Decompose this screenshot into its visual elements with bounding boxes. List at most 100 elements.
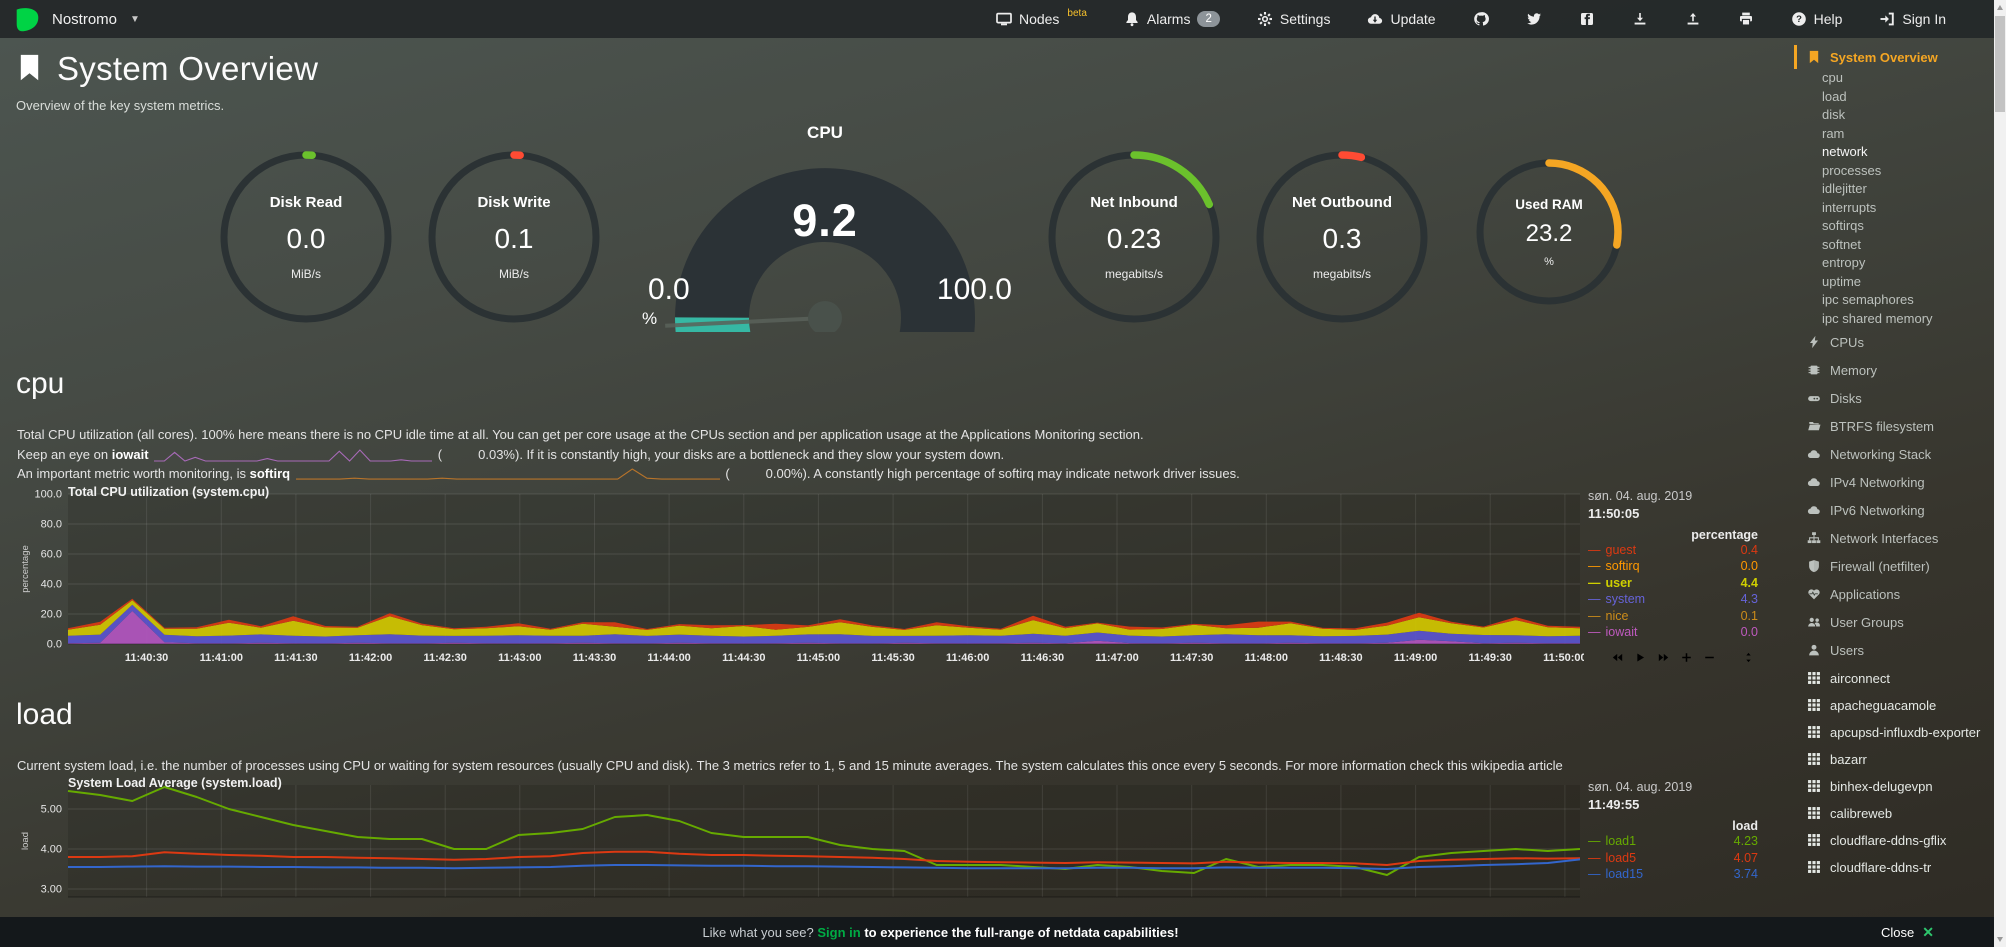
svg-text:11:48:30: 11:48:30 <box>1319 652 1362 664</box>
svg-text:20.0: 20.0 <box>41 608 62 620</box>
sidebar-item-disk[interactable]: disk <box>1794 106 1994 125</box>
legend-row-softirq[interactable]: —softirq 0.0 <box>1588 558 1758 575</box>
gauge-max: 100.0 <box>937 273 1012 307</box>
gauge-net-outbound[interactable]: Net Outbound 0.3 megabits/s <box>1254 149 1430 325</box>
sidebar-item-load[interactable]: load <box>1794 88 1994 107</box>
sidebar-item-cloudflare-ddns-tr[interactable]: cloudflare-ddns-tr <box>1794 853 1994 880</box>
chart-plot-svg[interactable]: 3.004.005.00load <box>18 779 1584 901</box>
sidebar-item-disks[interactable]: Disks <box>1794 384 1994 412</box>
chart-toolbox <box>1588 652 1758 668</box>
chart-rewind-button[interactable] <box>1612 652 1623 663</box>
scrollbar-thumb[interactable] <box>1995 16 2005 112</box>
close-label: Close <box>1881 925 1914 940</box>
sidebar-item-cpus[interactable]: CPUs <box>1794 328 1994 356</box>
sidebar-item-memory[interactable]: Memory <box>1794 356 1994 384</box>
sidebar-item-networking-stack[interactable]: Networking Stack <box>1794 440 1994 468</box>
nav-item-print[interactable] <box>1738 11 1754 27</box>
svg-text:load: load <box>20 832 31 850</box>
nav-item-nodes[interactable]: Nodesbeta <box>996 11 1087 27</box>
sidebar-item-system-overview[interactable]: System Overview <box>1794 45 1994 69</box>
sidebar-item-entropy[interactable]: entropy <box>1794 254 1994 273</box>
sidebar-item-idlejitter[interactable]: idlejitter <box>1794 180 1994 199</box>
forward-icon <box>1658 652 1669 663</box>
sidebar-item-user-groups[interactable]: User Groups <box>1794 608 1994 636</box>
chart-zoom-in-button[interactable] <box>1681 652 1692 663</box>
sidebar-item-label: User Groups <box>1830 615 1904 630</box>
sidebar-item-users[interactable]: Users <box>1794 636 1994 664</box>
cpu-chart[interactable]: Total CPU utilization (system.cpu)0.020.… <box>18 488 1792 668</box>
sidebar-item-softirqs[interactable]: softirqs <box>1794 217 1994 236</box>
sidebar-item-applications[interactable]: Applications <box>1794 580 1994 608</box>
gauge-used-ram[interactable]: Used RAM 23.2 % <box>1474 157 1624 307</box>
netdata-host-menu[interactable]: Nostromo ▼ <box>14 6 140 33</box>
sidebar-item-uptime[interactable]: uptime <box>1794 273 1994 292</box>
svg-text:11:46:30: 11:46:30 <box>1021 652 1064 664</box>
load-chart[interactable]: System Load Average (system.load)3.004.0… <box>18 779 1792 901</box>
sidebar-item-label: processes <box>1822 163 1881 178</box>
sidebar-item-ipv4-networking[interactable]: IPv4 Networking <box>1794 468 1994 496</box>
gauge-net-inbound[interactable]: Net Inbound 0.23 megabits/s <box>1046 149 1222 325</box>
sidebar-item-ipc-shared-memory[interactable]: ipc shared memory <box>1794 310 1994 329</box>
sidebar-item-apacheguacamole[interactable]: apacheguacamole <box>1794 691 1994 718</box>
gauge-title: Net Outbound <box>1292 194 1392 211</box>
gauge-disk-read[interactable]: Disk Read 0.0 MiB/s <box>218 149 394 325</box>
twitter-icon <box>1526 11 1542 27</box>
sidebar-item-apcupsd-influxdb-exporter[interactable]: apcupsd-influxdb-exporter <box>1794 718 1994 745</box>
gauge-disk-write[interactable]: Disk Write 0.1 MiB/s <box>426 149 602 325</box>
sidebar-item-label: Networking Stack <box>1830 447 1931 462</box>
legend-row-load15[interactable]: —load15 3.74 <box>1588 866 1758 883</box>
legend-row-nice[interactable]: —nice 0.1 <box>1588 608 1758 625</box>
bolt-icon <box>1807 335 1821 349</box>
sidebar-item-softnet[interactable]: softnet <box>1794 236 1994 255</box>
sidebar-item-label: disk <box>1822 107 1845 122</box>
gauge-cpu[interactable]: CPU 9.2 0.0 % 100.0 <box>660 123 990 337</box>
nav-item-signin[interactable]: Sign In <box>1879 11 1946 27</box>
nav-item-update[interactable]: Update <box>1367 11 1435 27</box>
chart-forward-button[interactable] <box>1658 652 1669 663</box>
nav-item-import[interactable] <box>1632 11 1648 27</box>
chart-zoom-out-button[interactable] <box>1704 652 1715 663</box>
scrollbar-down-arrow[interactable] <box>1997 937 2003 942</box>
sidebar-item-calibreweb[interactable]: calibreweb <box>1794 799 1994 826</box>
sidebar-item-interrupts[interactable]: interrupts <box>1794 199 1994 218</box>
sidebar-item-airconnect[interactable]: airconnect <box>1794 664 1994 691</box>
gauge-units: MiB/s <box>499 267 529 281</box>
sidebar-item-label: CPUs <box>1830 335 1864 350</box>
sidebar-item-cpu[interactable]: cpu <box>1794 69 1994 88</box>
sidebar-item-btrfs-filesystem[interactable]: BTRFS filesystem <box>1794 412 1994 440</box>
sidebar-item-ipv6-networking[interactable]: IPv6 Networking <box>1794 496 1994 524</box>
chart-plot-svg[interactable]: 0.020.040.060.080.0100.011:40:3011:41:00… <box>18 488 1584 668</box>
hdd-icon <box>1807 391 1821 405</box>
navbar-items: Nodesbeta Alarms2 Settings Update ?Help Sign … <box>996 11 1946 27</box>
sidebar-item-ram[interactable]: ram <box>1794 125 1994 144</box>
legend-row-user[interactable]: —user 4.4 <box>1588 575 1758 592</box>
sidebar-item-ipc-semaphores[interactable]: ipc semaphores <box>1794 291 1994 310</box>
legend-row-load1[interactable]: —load1 4.23 <box>1588 833 1758 850</box>
cpu-desc-line2: Keep an eye on iowait (0.03%). If it is … <box>17 445 1794 465</box>
sidebar-item-network-interfaces[interactable]: Network Interfaces <box>1794 524 1994 552</box>
sidebar-item-label: network <box>1822 144 1868 159</box>
legend-row-system[interactable]: —system 4.3 <box>1588 591 1758 608</box>
sidebar-item-firewall-netfilter[interactable]: Firewall (netfilter) <box>1794 552 1994 580</box>
close-banner-button[interactable]: Close ✕ <box>1881 924 1934 941</box>
sidebar-item-processes[interactable]: processes <box>1794 162 1994 181</box>
nav-item-facebook[interactable] <box>1579 11 1595 27</box>
page-scrollbar[interactable] <box>1994 0 2006 947</box>
nav-item-help[interactable]: ?Help <box>1791 11 1843 27</box>
nav-item-github[interactable] <box>1473 11 1489 27</box>
sidebar-item-cloudflare-ddns-gflix[interactable]: cloudflare-ddns-gflix <box>1794 826 1994 853</box>
sidebar-item-bazarr[interactable]: bazarr <box>1794 745 1994 772</box>
signin-link[interactable]: Sign in <box>817 925 860 940</box>
chart-resize-handle[interactable] <box>1743 652 1754 663</box>
legend-row-load5[interactable]: —load5 4.07 <box>1588 850 1758 867</box>
nav-item-export[interactable] <box>1685 11 1701 27</box>
nav-item-alarms[interactable]: Alarms2 <box>1124 11 1220 27</box>
nav-item-settings[interactable]: Settings <box>1257 11 1331 27</box>
scrollbar-up-arrow[interactable] <box>1997 5 2003 10</box>
chart-play-button[interactable] <box>1635 652 1646 663</box>
legend-row-iowait[interactable]: —iowait 0.0 <box>1588 624 1758 641</box>
sidebar-item-network[interactable]: network <box>1794 143 1994 162</box>
sidebar-item-binhex-delugevpn[interactable]: binhex-delugevpn <box>1794 772 1994 799</box>
legend-row-guest[interactable]: —guest 0.4 <box>1588 542 1758 559</box>
nav-item-twitter[interactable] <box>1526 11 1542 27</box>
